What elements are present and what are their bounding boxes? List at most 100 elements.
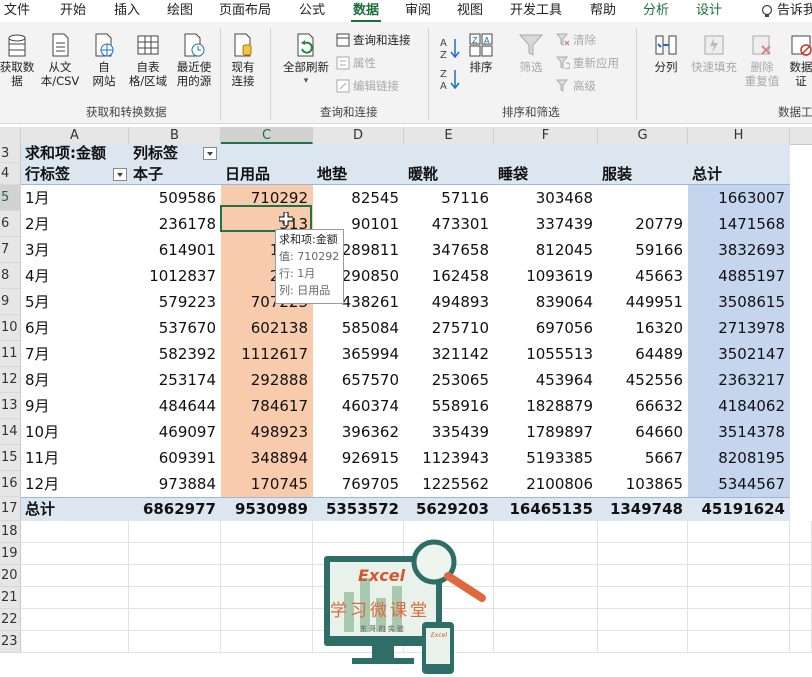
column-header-i[interactable] [790, 127, 812, 144]
active-cell-c5[interactable] [220, 205, 312, 232]
row-header-20[interactable]: 20 [0, 565, 21, 587]
pivot-value-cell[interactable]: 537670 [129, 315, 221, 341]
pivot-value-cell[interactable]: 5193385 [494, 445, 598, 471]
pivot-value-cell[interactable]: 460374 [313, 393, 404, 419]
tab-page-layout[interactable]: 页面布局 [219, 1, 271, 21]
row-header-15[interactable]: 15 [0, 445, 21, 471]
pivot-value-cell[interactable]: 337439 [494, 211, 598, 237]
recent-sources-button[interactable]: 最近使 用的源 [172, 32, 216, 88]
pivot-row-label[interactable]: 10月 [21, 419, 129, 445]
data-validation-button[interactable]: 数据 证 [784, 32, 812, 88]
pivot-value-cell[interactable]: 59166 [598, 237, 688, 263]
pivot-value-cell[interactable]: 1663007 [688, 185, 790, 211]
tab-formulas[interactable]: 公式 [299, 1, 325, 21]
advanced-filter-button[interactable]: 高级 [556, 77, 596, 95]
row-header-23[interactable]: 23 [0, 631, 21, 653]
pivot-value-cell[interactable]: 473301 [404, 211, 494, 237]
row-header-13[interactable]: 13 [0, 393, 21, 419]
pivot-value-cell[interactable]: 1471568 [688, 211, 790, 237]
pivot-header-cell[interactable]: 睡袋 [494, 163, 598, 185]
column-label-filter-button[interactable] [203, 147, 217, 160]
pivot-value-cell[interactable]: 602138 [221, 315, 313, 341]
row-header-9[interactable]: 9 [0, 289, 21, 315]
from-table-button[interactable]: 自表 格/区域 [126, 32, 170, 88]
row-header-21[interactable]: 21 [0, 587, 21, 609]
tab-review[interactable]: 审阅 [405, 1, 431, 21]
pivot-value-cell[interactable]: 657570 [313, 367, 404, 393]
pivot-value-cell[interactable]: 45663 [598, 263, 688, 289]
tab-help[interactable]: 帮助 [590, 1, 616, 21]
row-header-6[interactable]: 6 [0, 211, 21, 237]
refresh-all-button[interactable]: 全部刷新 ▾ [278, 32, 334, 88]
pivot-row-label[interactable]: 6月 [21, 315, 129, 341]
pivot-row-label[interactable]: 3月 [21, 237, 129, 263]
pivot-value-cell[interactable]: 579223 [129, 289, 221, 315]
pivot-value-cell[interactable]: 5344567 [688, 471, 790, 497]
pivot-value-cell[interactable]: 839064 [494, 289, 598, 315]
pivot-header-cell[interactable]: 地垫 [313, 163, 404, 185]
row-header-5[interactable]: 5 [0, 185, 21, 211]
sort-desc-button[interactable]: ZA [440, 67, 462, 92]
pivot-value-cell[interactable]: 162458 [404, 263, 494, 289]
from-csv-button[interactable]: 从文 本/CSV [38, 32, 82, 88]
tab-home[interactable]: 开始 [60, 1, 86, 21]
tab-insert[interactable]: 插入 [114, 1, 140, 21]
row-header-14[interactable]: 14 [0, 419, 21, 445]
pivot-grand-total-cell[interactable]: 5629203 [404, 497, 494, 521]
pivot-value-cell[interactable]: 1225562 [404, 471, 494, 497]
tab-tell-me[interactable]: 告诉我 [760, 1, 812, 21]
pivot-value-cell[interactable]: 348894 [221, 445, 313, 471]
pivot-value-cell[interactable]: 275710 [404, 315, 494, 341]
text-to-columns-button[interactable]: 分列 [644, 32, 688, 74]
select-all-corner[interactable] [0, 127, 21, 144]
pivot-header-cell[interactable]: 本子 [129, 163, 221, 185]
pivot-value-cell[interactable]: 558916 [404, 393, 494, 419]
pivot-value-cell[interactable]: 614901 [129, 237, 221, 263]
pivot-row-label[interactable]: 9月 [21, 393, 129, 419]
row-label-filter-button[interactable] [113, 168, 127, 181]
pivot-value-cell[interactable]: 3832693 [688, 237, 790, 263]
pivot-value-cell[interactable]: 973884 [129, 471, 221, 497]
pivot-value-cell[interactable]: 20779 [598, 211, 688, 237]
tab-design[interactable]: 设计 [696, 1, 722, 21]
remove-duplicates-button[interactable]: 删除 重复值 [740, 32, 784, 88]
pivot-value-cell[interactable]: 396362 [313, 419, 404, 445]
pivot-grand-total-cell[interactable]: 6862977 [129, 497, 221, 521]
pivot-header-cell[interactable]: 服装 [598, 163, 688, 185]
pivot-value-cell[interactable]: 82545 [313, 185, 404, 211]
pivot-value-cell[interactable]: 926915 [313, 445, 404, 471]
pivot-row-label[interactable]: 5月 [21, 289, 129, 315]
queries-connections-button[interactable]: 查询和连接 [336, 31, 411, 49]
pivot-row-label[interactable]: 2月 [21, 211, 129, 237]
row-header-10[interactable]: 10 [0, 315, 21, 341]
pivot-value-cell[interactable]: 484644 [129, 393, 221, 419]
pivot-value-cell[interactable]: 303468 [494, 185, 598, 211]
row-header-11[interactable]: 11 [0, 341, 21, 367]
pivot-value-cell[interactable]: 452556 [598, 367, 688, 393]
pivot-value-cell[interactable]: 509586 [129, 185, 221, 211]
pivot-value-cell[interactable]: 3508615 [688, 289, 790, 315]
pivot-value-cell[interactable]: 453964 [494, 367, 598, 393]
pivot-header-cell[interactable]: 总计 [688, 163, 790, 185]
pivot-header-cell[interactable]: 暖靴 [404, 163, 494, 185]
pivot-value-cell[interactable]: 3514378 [688, 419, 790, 445]
get-data-button[interactable]: 获取数 据 [0, 32, 38, 88]
pivot-value-cell[interactable]: 769705 [313, 471, 404, 497]
tab-view[interactable]: 视图 [457, 1, 483, 21]
pivot-value-cell[interactable]: 253065 [404, 367, 494, 393]
pivot-value-cell[interactable]: 469097 [129, 419, 221, 445]
pivot-value-cell[interactable]: 1123943 [404, 445, 494, 471]
row-header-16[interactable]: 16 [0, 471, 21, 497]
pivot-value-cell[interactable]: 812045 [494, 237, 598, 263]
column-header-a[interactable]: A [21, 127, 129, 144]
pivot-value-cell[interactable]: 16320 [598, 315, 688, 341]
pivot-value-cell[interactable]: 609391 [129, 445, 221, 471]
pivot-value-cell[interactable]: 1093619 [494, 263, 598, 289]
pivot-value-cell[interactable]: 4885197 [688, 263, 790, 289]
filter-button[interactable]: 筛选 [513, 32, 549, 74]
pivot-value-cell[interactable]: 292888 [221, 367, 313, 393]
pivot-value-cell[interactable]: 2713978 [688, 315, 790, 341]
pivot-value-cell[interactable]: 582392 [129, 341, 221, 367]
pivot-value-cell[interactable]: 253174 [129, 367, 221, 393]
pivot-value-cell[interactable]: 66632 [598, 393, 688, 419]
